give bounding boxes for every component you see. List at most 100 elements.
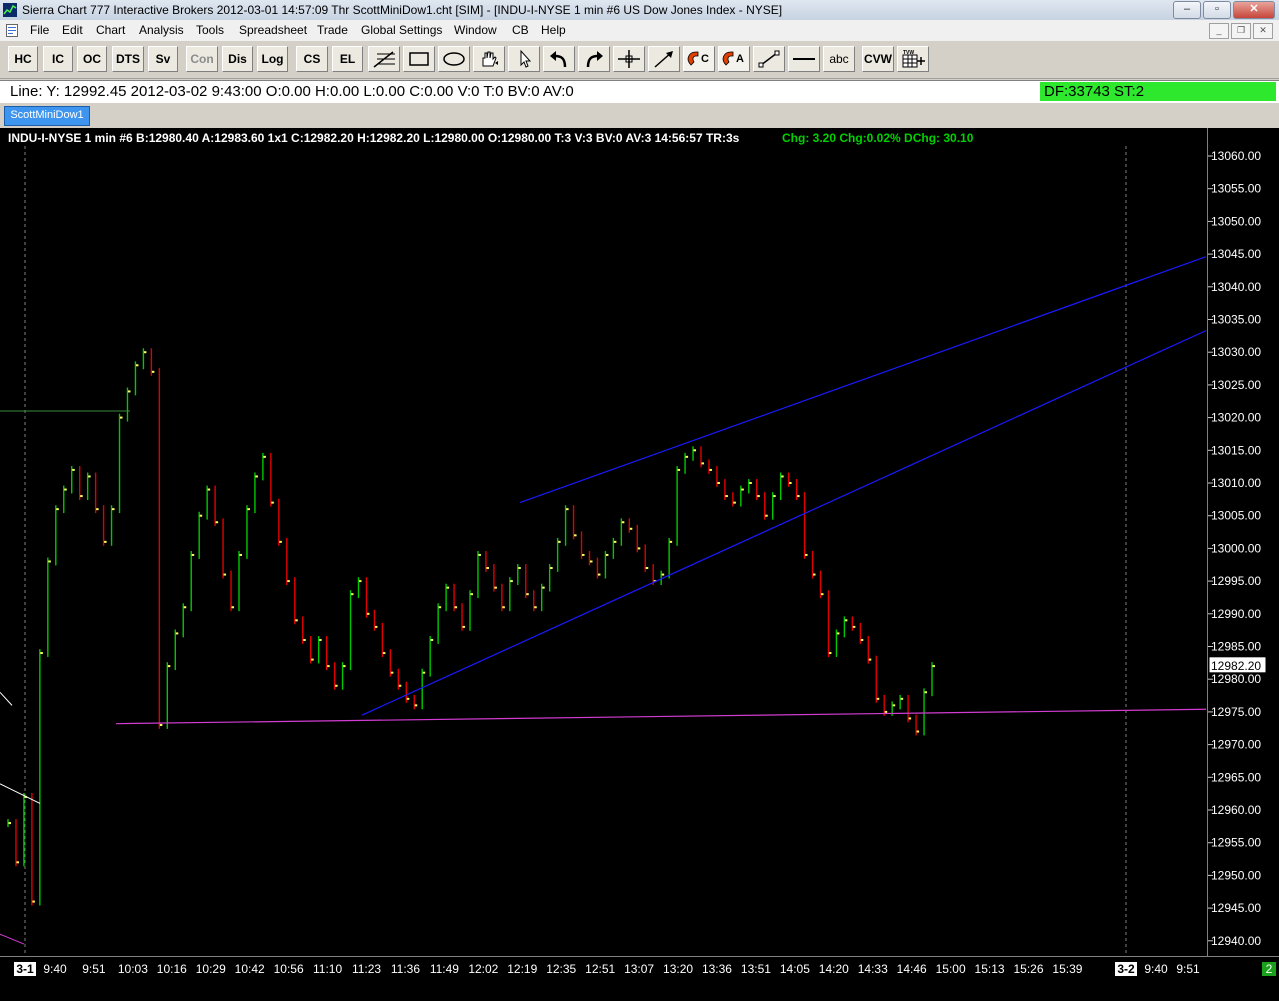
magnet-c-icon: C [687, 51, 709, 66]
trade-window-button[interactable]: TVW [897, 46, 929, 72]
close-tick [135, 364, 139, 367]
close-button[interactable]: ✕ [1233, 1, 1275, 19]
fib-tool-button[interactable] [368, 46, 400, 72]
magnet-all-button[interactable]: A [718, 46, 750, 72]
cs-button[interactable]: CS [296, 46, 328, 72]
time-tick-label: 9:40 [43, 962, 67, 976]
ellipse-tool-button[interactable] [438, 46, 470, 72]
menu-cb[interactable]: CB [512, 23, 529, 37]
diagonal-arrow-icon [654, 51, 673, 68]
close-tick [343, 665, 346, 668]
tab-scottminidow1[interactable]: ScottMiniDow1 [4, 106, 90, 126]
close-tick [32, 900, 35, 903]
close-tick [621, 521, 625, 524]
time-tick-label: 12:02 [468, 962, 498, 976]
close-tick [167, 665, 171, 668]
close-tick [446, 586, 450, 589]
hc-button[interactable]: HC [8, 46, 38, 72]
menu-analysis[interactable]: Analysis [139, 23, 184, 37]
chartbook-tab-strip: ScottMiniDow1 [0, 103, 1279, 128]
close-tick [438, 606, 442, 609]
close-tick [88, 475, 91, 478]
chart-header-chg: Chg: 3.20 Chg:0.02% DChg: 30.10 [782, 131, 974, 145]
close-tick [406, 697, 410, 700]
el-button[interactable]: EL [332, 46, 363, 72]
price-tick-label: 13030.00 [1211, 345, 1261, 359]
close-tick [725, 495, 728, 498]
mdi-minimize-button[interactable]: _ [1209, 23, 1229, 39]
price-chart[interactable]: INDU-I-NYSE 1 min #6 B:12980.40 A:12983.… [0, 128, 1279, 1001]
sv-button[interactable]: Sv [148, 46, 178, 72]
time-tick-label: 10:29 [196, 962, 226, 976]
time-tick-label: 15:39 [1052, 962, 1082, 976]
close-tick [215, 521, 219, 524]
svg-text:TVW: TVW [903, 50, 914, 56]
menu-window[interactable]: Window [454, 23, 497, 37]
line-info-text: Line: Y: 12992.45 2012-03-02 9:43:00 O:0… [10, 83, 574, 100]
cvw-button[interactable]: CVW [862, 46, 894, 72]
close-tick [8, 822, 11, 825]
log-button[interactable]: Log [257, 46, 288, 72]
arrow-pointer-icon [520, 49, 532, 68]
time-tick-label: 12:51 [585, 962, 615, 976]
menu-spreadsheet[interactable]: Spreadsheet [239, 23, 307, 37]
close-tick [558, 540, 561, 543]
con-button[interactable]: Con [186, 46, 218, 72]
dts-button[interactable]: DTS [112, 46, 144, 72]
close-tick [797, 495, 800, 498]
close-tick [335, 684, 338, 687]
menu-edit[interactable]: Edit [62, 23, 83, 37]
price-tick-label: 13025.00 [1211, 378, 1261, 392]
last-price-label: 12982.20 [1211, 659, 1261, 673]
horizontal-line-button[interactable] [788, 46, 820, 72]
undo-button[interactable] [543, 46, 575, 72]
minimize-button[interactable]: – [1173, 1, 1201, 19]
close-tick [422, 671, 426, 674]
close-tick [390, 671, 394, 674]
menu-trade[interactable]: Trade [317, 23, 348, 37]
chart-area[interactable]: INDU-I-NYSE 1 min #6 B:12980.40 A:12983.… [0, 128, 1279, 1001]
text-tool-button[interactable]: abc [823, 46, 855, 72]
price-tick-label: 13020.00 [1211, 411, 1261, 425]
menu-tools[interactable]: Tools [196, 23, 224, 37]
redo-button[interactable] [578, 46, 610, 72]
restore-button[interactable]: ▫ [1203, 1, 1231, 19]
chart-header-info: INDU-I-NYSE 1 min #6 B:12980.40 A:12983.… [8, 131, 740, 145]
title-bar: Sierra Chart 777 Interactive Brokers 201… [0, 0, 1279, 21]
menu-chart[interactable]: Chart [96, 23, 125, 37]
ic-button[interactable]: IC [43, 46, 73, 72]
close-tick [597, 573, 601, 576]
close-tick [414, 704, 418, 707]
dis-button[interactable]: Dis [222, 46, 253, 72]
close-tick [566, 508, 569, 511]
menu-help[interactable]: Help [541, 23, 566, 37]
time-tick-label: 10:03 [118, 962, 148, 976]
price-tick-label: 12970.00 [1211, 738, 1261, 752]
close-tick [143, 351, 147, 354]
close-tick [223, 573, 227, 576]
mdi-close-button[interactable]: ✕ [1253, 23, 1273, 39]
price-tick-label: 12960.00 [1211, 803, 1261, 817]
magnet-close-button[interactable]: C [683, 46, 715, 72]
oc-button[interactable]: OC [77, 46, 107, 72]
close-tick [127, 390, 131, 393]
mdi-restore-button[interactable]: ❐ [1231, 23, 1251, 39]
close-tick [247, 508, 250, 511]
close-tick [900, 697, 904, 700]
close-tick [494, 586, 497, 589]
close-tick [773, 495, 776, 498]
close-tick [781, 475, 784, 478]
menu-file[interactable]: File [30, 23, 49, 37]
price-tick-label: 12995.00 [1211, 574, 1261, 588]
pointer-tool-button[interactable] [508, 46, 540, 72]
close-tick [478, 553, 481, 556]
close-tick [255, 475, 258, 478]
close-tick [430, 638, 434, 641]
rectangle-tool-button[interactable] [403, 46, 435, 72]
ray-tool-button[interactable] [648, 46, 680, 72]
crosshair-tool-button[interactable] [613, 46, 645, 72]
crosshair-icon [618, 50, 640, 68]
hand-tool-button[interactable] [473, 46, 505, 72]
menu-global-settings[interactable]: Global Settings [361, 23, 442, 37]
line-tool-button[interactable] [753, 46, 785, 72]
